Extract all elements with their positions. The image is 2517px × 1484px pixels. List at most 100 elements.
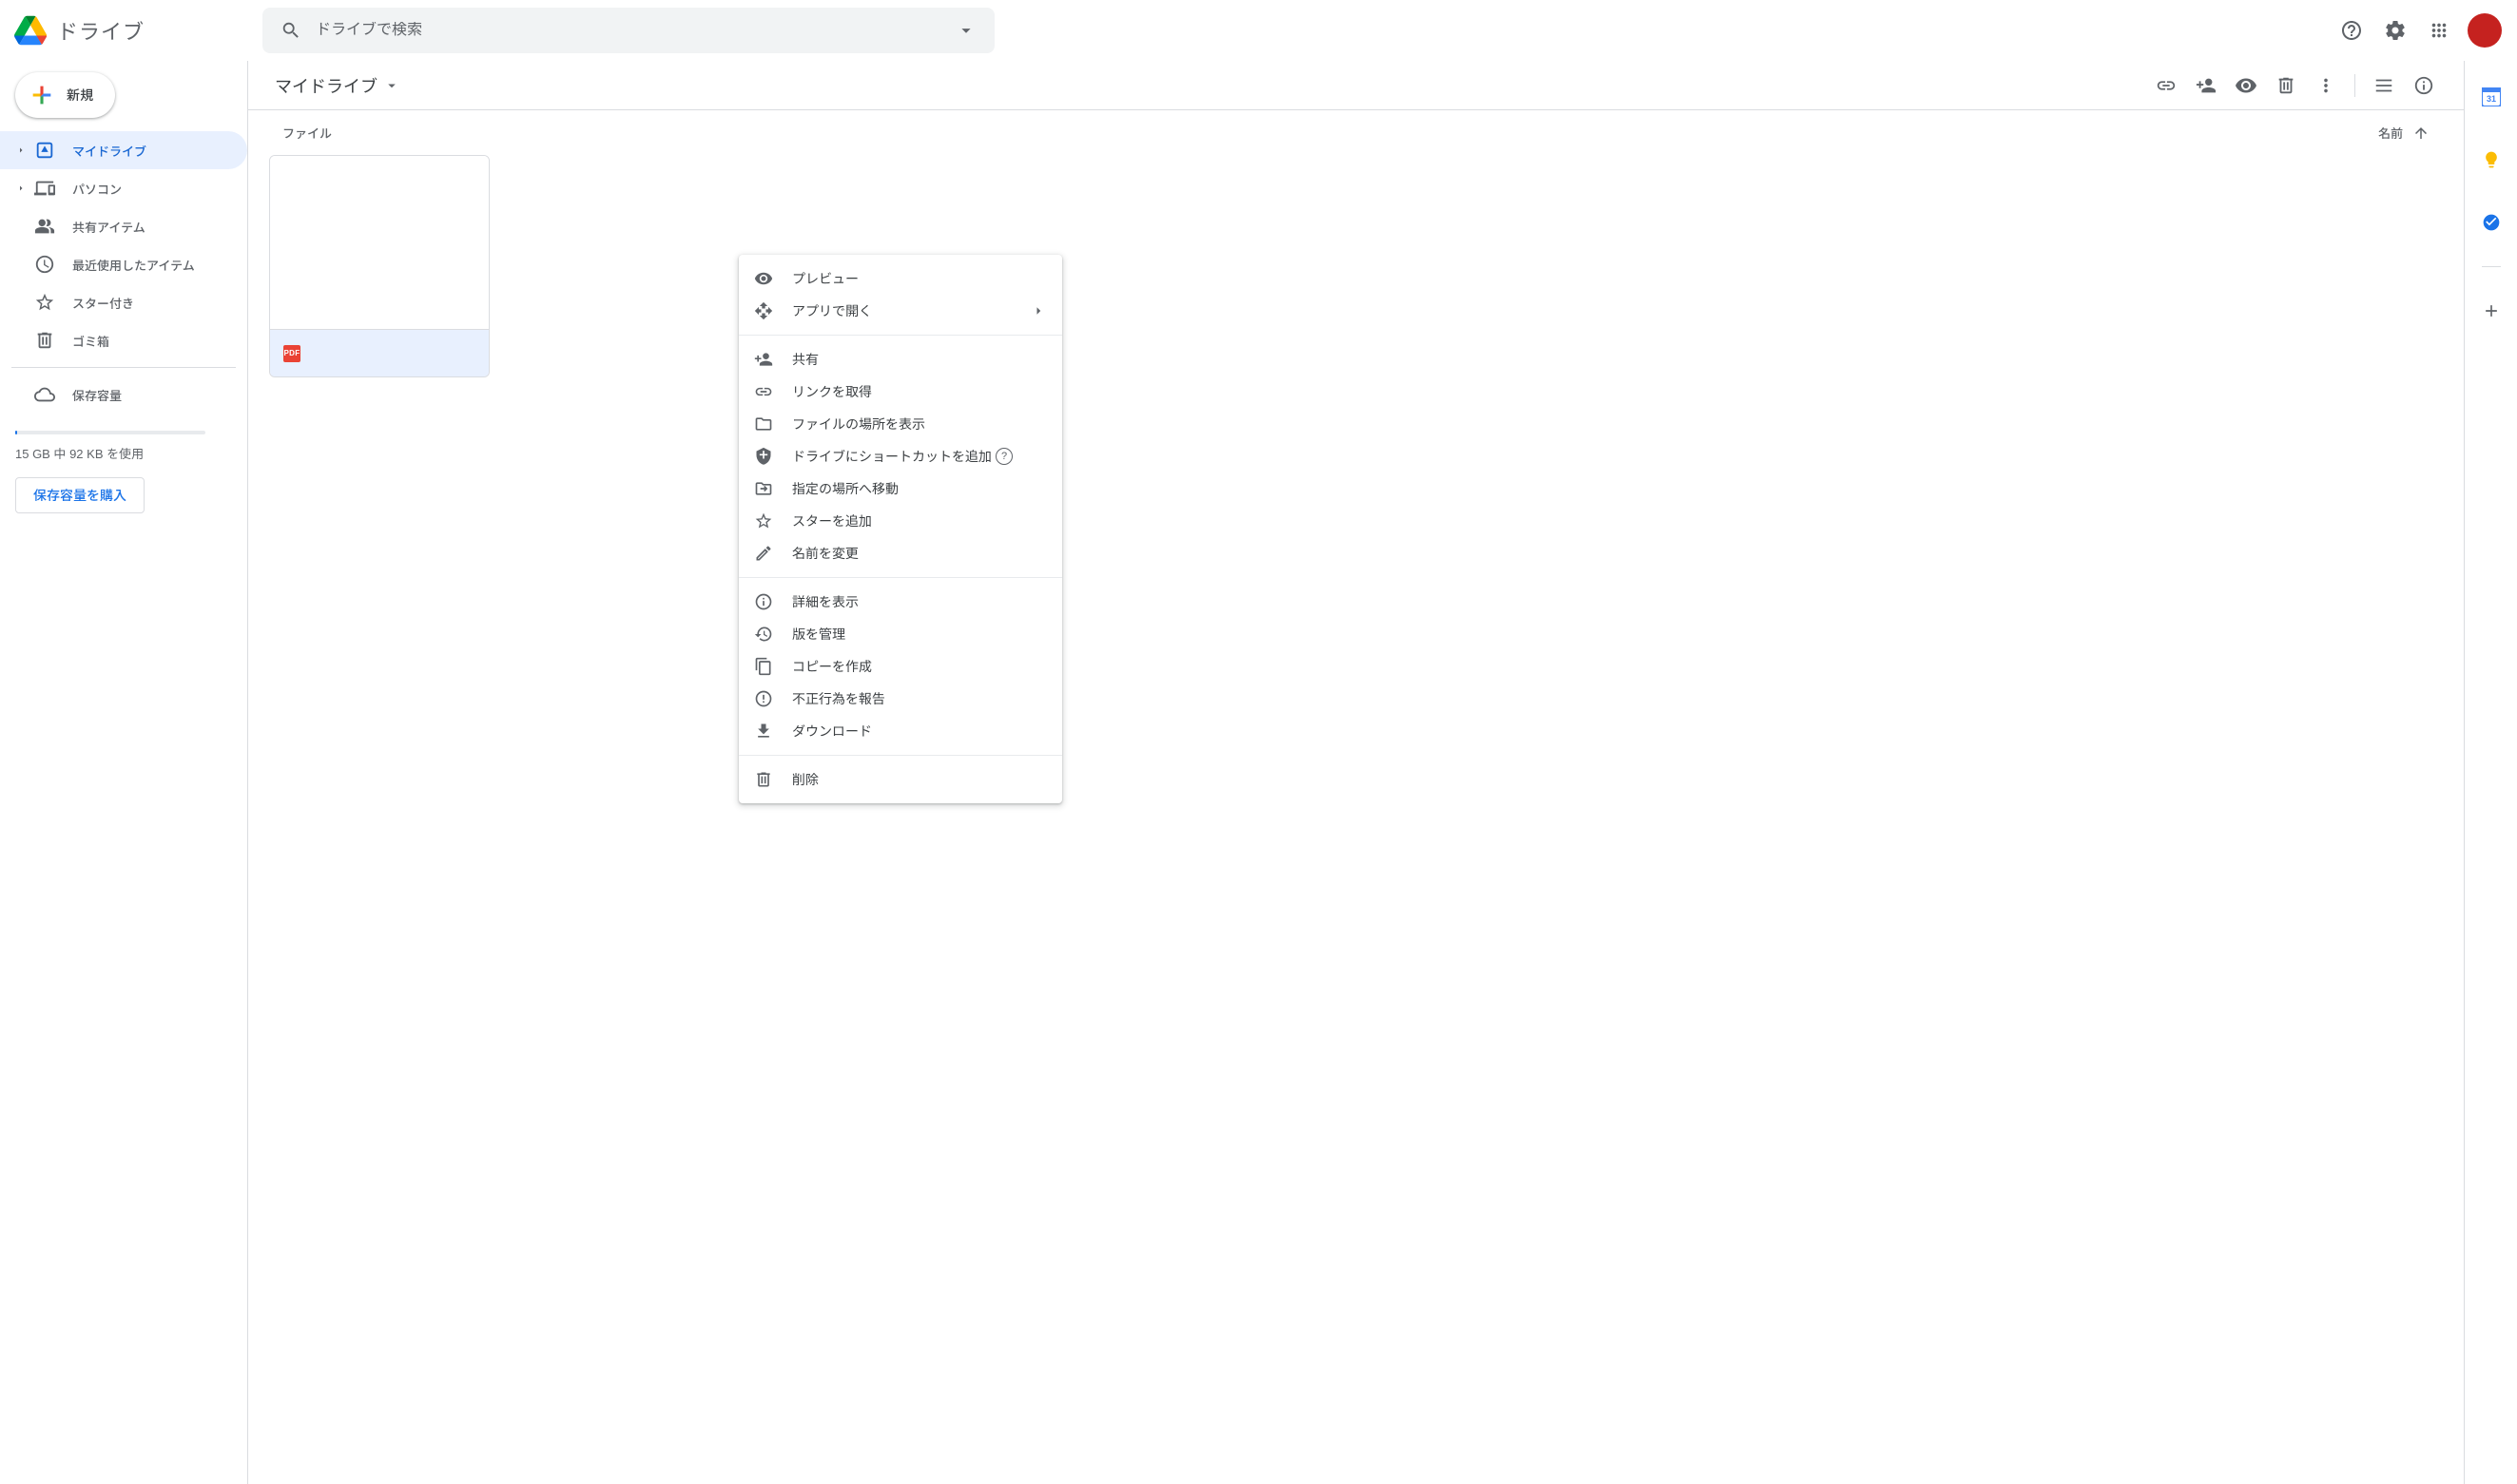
- help-icon: [2340, 19, 2363, 42]
- buy-storage-button[interactable]: 保存容量を購入: [15, 477, 145, 513]
- ctx-add-star[interactable]: スターを追加: [739, 505, 1062, 537]
- ctx-download[interactable]: ダウンロード: [739, 715, 1062, 747]
- ctx-get-link[interactable]: リンクを取得: [739, 376, 1062, 408]
- nav-computers[interactable]: パソコン: [0, 169, 247, 207]
- ctx-label: ファイルの場所を表示: [792, 414, 925, 434]
- search-box[interactable]: [262, 8, 995, 53]
- ctx-rename[interactable]: 名前を変更: [739, 537, 1062, 569]
- files-grid: PDF: [248, 149, 2464, 377]
- open-with-icon: [754, 301, 773, 320]
- nav-storage[interactable]: 保存容量: [0, 376, 247, 414]
- new-button[interactable]: 新規: [15, 72, 115, 118]
- trash-icon: [754, 770, 773, 789]
- more-button[interactable]: [2307, 67, 2345, 105]
- tasks-app-button[interactable]: [2472, 203, 2510, 241]
- logo-area[interactable]: ドライブ: [11, 11, 249, 49]
- chevron-right-icon[interactable]: [13, 183, 29, 194]
- ctx-add-shortcut[interactable]: ドライブにショートカットを追加 ?: [739, 440, 1062, 472]
- person-add-icon: [754, 350, 773, 369]
- get-link-button[interactable]: [2147, 67, 2185, 105]
- star-icon: [754, 511, 773, 530]
- nav-recent[interactable]: 最近使用したアイテム: [0, 245, 247, 283]
- ctx-report[interactable]: 不正行為を報告: [739, 683, 1062, 715]
- sort-label: 名前: [2378, 124, 2403, 142]
- add-shortcut-icon: [754, 447, 773, 466]
- report-icon: [754, 689, 773, 708]
- context-menu: プレビュー アプリで開く 共有 リンクを取得 ファイルの場所を表示: [739, 255, 1062, 803]
- storage-bar: [15, 431, 205, 434]
- drive-icon: [34, 140, 55, 161]
- ctx-label: リンクを取得: [792, 382, 872, 401]
- plus-icon: [29, 82, 55, 108]
- ctx-remove[interactable]: 削除: [739, 763, 1062, 796]
- divider: [2354, 74, 2355, 97]
- remove-button[interactable]: [2267, 67, 2305, 105]
- side-panel: 31: [2464, 61, 2517, 1484]
- ctx-versions[interactable]: 版を管理: [739, 618, 1062, 650]
- plus-icon: [2482, 301, 2501, 320]
- header-actions: [2333, 11, 2506, 49]
- search-icon[interactable]: [272, 11, 310, 49]
- apps-button[interactable]: [2420, 11, 2458, 49]
- preview-button[interactable]: [2227, 67, 2265, 105]
- sort-by-name[interactable]: 名前: [2378, 124, 2430, 142]
- file-thumbnail: [270, 156, 489, 329]
- add-addon-button[interactable]: [2472, 292, 2510, 330]
- ctx-label: 指定の場所へ移動: [792, 479, 899, 498]
- ctx-label: スターを追加: [792, 511, 872, 530]
- nav-shared[interactable]: 共有アイテム: [0, 207, 247, 245]
- eye-icon: [754, 269, 773, 288]
- nav-label: ゴミ箱: [72, 332, 109, 350]
- support-button[interactable]: [2333, 11, 2371, 49]
- calendar-icon: 31: [2482, 87, 2501, 106]
- history-icon: [754, 625, 773, 644]
- list-view-icon: [2373, 75, 2394, 96]
- nav-trash[interactable]: ゴミ箱: [0, 321, 247, 359]
- trash-icon: [2275, 75, 2296, 96]
- tasks-icon: [2482, 213, 2501, 232]
- ctx-label: 共有: [792, 350, 819, 369]
- details-button[interactable]: [2405, 67, 2443, 105]
- ctx-show-location[interactable]: ファイルの場所を表示: [739, 408, 1062, 440]
- ctx-label: 削除: [792, 770, 819, 789]
- titlebar: マイドライブ: [248, 61, 2464, 110]
- dropdown-icon: [383, 77, 400, 94]
- move-icon: [754, 479, 773, 498]
- ctx-details[interactable]: 詳細を表示: [739, 586, 1062, 618]
- star-icon: [34, 292, 55, 313]
- brand-text: ドライブ: [57, 15, 145, 46]
- more-vert-icon: [2315, 75, 2336, 96]
- link-icon: [2156, 75, 2177, 96]
- ctx-move-to[interactable]: 指定の場所へ移動: [739, 472, 1062, 505]
- view-toggle-button[interactable]: [2365, 67, 2403, 105]
- keep-app-button[interactable]: [2472, 141, 2510, 179]
- nav-starred[interactable]: スター付き: [0, 283, 247, 321]
- breadcrumb[interactable]: マイドライブ: [269, 71, 406, 100]
- separator: [739, 335, 1062, 336]
- nav-label: スター付き: [72, 294, 134, 312]
- apps-grid-icon: [2429, 20, 2449, 41]
- search-options-dropdown-icon[interactable]: [947, 11, 985, 49]
- account-avatar[interactable]: [2468, 13, 2502, 48]
- nav-label: パソコン: [72, 180, 122, 198]
- cloud-icon: [34, 384, 55, 405]
- ctx-share[interactable]: 共有: [739, 343, 1062, 376]
- calendar-app-button[interactable]: 31: [2472, 78, 2510, 116]
- computers-icon: [34, 178, 55, 199]
- nav-my-drive[interactable]: マイドライブ: [0, 131, 247, 169]
- separator: [739, 577, 1062, 578]
- trash-icon: [34, 330, 55, 351]
- ctx-preview[interactable]: プレビュー: [739, 262, 1062, 295]
- chevron-right-icon[interactable]: [13, 145, 29, 156]
- file-card[interactable]: PDF: [269, 155, 490, 377]
- info-icon: [754, 592, 773, 611]
- settings-button[interactable]: [2376, 11, 2414, 49]
- help-icon[interactable]: ?: [996, 448, 1013, 465]
- search-input[interactable]: [310, 22, 947, 39]
- ctx-label: ドライブにショートカットを追加: [792, 447, 992, 466]
- share-button[interactable]: [2187, 67, 2225, 105]
- info-icon: [2413, 75, 2434, 96]
- ctx-copy[interactable]: コピーを作成: [739, 650, 1062, 683]
- ctx-open-with[interactable]: アプリで開く: [739, 295, 1062, 327]
- section-label: ファイル: [282, 124, 2378, 142]
